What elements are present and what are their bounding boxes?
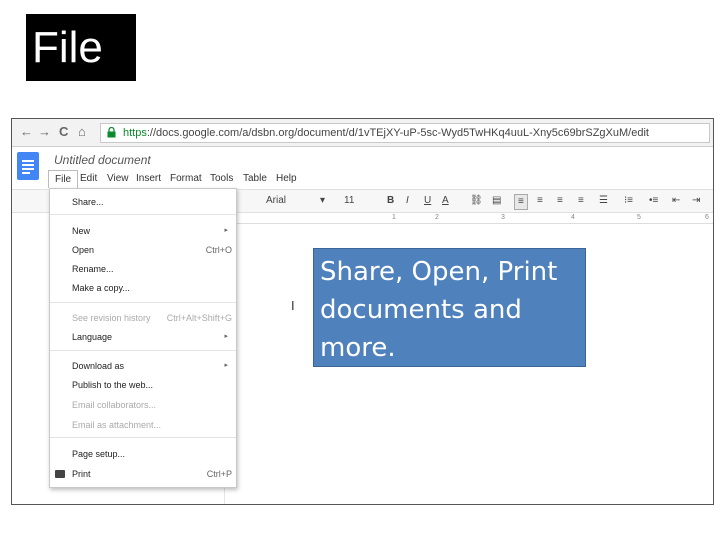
ruler-tick: 2 [435, 214, 439, 221]
address-bar[interactable]: https://docs.google.com/a/dsbn.org/docum… [100, 123, 710, 143]
file-menu-language[interactable]: Language ▸ [50, 329, 236, 345]
align-right-icon[interactable]: ≡ [557, 194, 563, 208]
line-spacing-icon[interactable]: ☰ [599, 194, 608, 208]
ruler-tick: 4 [571, 214, 575, 221]
comment-icon[interactable]: ▤ [492, 194, 501, 208]
url-scheme: https [123, 127, 147, 139]
file-menu-email-collaborators[interactable]: Email collaborators... [50, 397, 236, 413]
file-menu-email-attachment-label: Email as attachment... [72, 420, 162, 430]
lock-icon [107, 127, 116, 138]
menu-format[interactable]: Format [164, 170, 208, 188]
numbered-list-icon[interactable]: ⁝≡ [624, 194, 633, 208]
file-menu-make-copy-label: Make a copy... [72, 283, 130, 293]
menu-tools[interactable]: Tools [204, 170, 239, 188]
file-menu-revision-history-shortcut: Ctrl+Alt+Shift+G [166, 313, 232, 323]
file-menu-open[interactable]: Open Ctrl+O [50, 242, 236, 258]
menu-divider [50, 437, 236, 438]
file-menu-page-setup[interactable]: Page setup... [50, 446, 236, 462]
file-menu-print[interactable]: Print Ctrl+P [50, 466, 236, 482]
file-menu-revision-history[interactable]: See revision history Ctrl+Alt+Shift+G [50, 310, 236, 326]
browser-toolbar: ← → C ⌂ https://docs.google.com/a/dsbn.o… [12, 119, 713, 147]
submenu-arrow-icon: ▸ [224, 362, 228, 369]
menu-divider [50, 350, 236, 351]
file-menu-dropdown: Share... New ▸ Open Ctrl+O Rename... Mak… [49, 188, 237, 488]
ruler: 1 2 3 4 5 6 [237, 214, 713, 224]
printer-icon [55, 470, 65, 478]
menu-insert[interactable]: Insert [130, 170, 167, 188]
link-icon[interactable]: ⛓ [470, 194, 483, 208]
text-color-button[interactable]: A [442, 194, 449, 208]
url-rest: ://docs.google.com/a/dsbn.org/document/d… [146, 127, 649, 139]
align-center-icon[interactable]: ≡ [537, 194, 543, 208]
menu-edit[interactable]: Edit [74, 170, 103, 188]
slide-title: File [26, 14, 136, 81]
file-menu-print-label: Print [72, 469, 91, 479]
align-left-icon[interactable]: ≡ [514, 194, 528, 210]
file-menu-download-as-label: Download as [72, 361, 125, 371]
justify-icon[interactable]: ≡ [578, 194, 584, 208]
menu-table[interactable]: Table [237, 170, 273, 188]
ruler-tick: 5 [637, 214, 641, 221]
file-menu-download-as[interactable]: Download as ▸ [50, 358, 236, 374]
file-menu-share-label: Share... [72, 197, 104, 207]
home-icon[interactable]: ⌂ [78, 124, 86, 140]
file-menu-rename-label: Rename... [72, 264, 114, 274]
file-menu-revision-history-label: See revision history [72, 313, 151, 323]
reload-icon[interactable]: C [59, 124, 68, 140]
italic-button[interactable]: I [406, 194, 409, 208]
back-icon[interactable]: ← [20, 124, 33, 140]
file-menu-open-shortcut: Ctrl+O [205, 245, 232, 255]
file-menu-publish-label: Publish to the web... [72, 380, 154, 390]
docs-logo-icon[interactable] [17, 152, 39, 180]
submenu-arrow-icon: ▸ [224, 333, 228, 340]
file-menu-open-label: Open [72, 245, 95, 255]
ruler-tick: 1 [392, 214, 396, 221]
file-menu-publish[interactable]: Publish to the web... [50, 377, 236, 393]
file-menu-language-label: Language [72, 332, 113, 342]
text-cursor: I [291, 298, 295, 313]
ruler-tick: 3 [501, 214, 505, 221]
ruler-tick: 6 [705, 214, 709, 221]
menu-help[interactable]: Help [270, 170, 303, 188]
decrease-indent-icon[interactable]: ⇤ [672, 194, 680, 208]
font-dropdown-icon[interactable]: ▾ [320, 194, 325, 208]
font-select[interactable]: Arial [266, 194, 286, 208]
file-menu-email-collaborators-label: Email collaborators... [72, 400, 157, 410]
menu-divider [50, 302, 236, 303]
file-menu-make-copy[interactable]: Make a copy... [50, 280, 236, 296]
file-menu-new[interactable]: New ▸ [50, 223, 236, 239]
font-size-select[interactable]: 11 [344, 194, 354, 208]
file-menu-share[interactable]: Share... [50, 194, 236, 210]
file-menu-new-label: New [72, 226, 91, 236]
file-menu-rename[interactable]: Rename... [50, 261, 236, 277]
submenu-arrow-icon: ▸ [224, 227, 228, 234]
callout-box: Share, Open, Print documents and more. [313, 248, 586, 367]
document-title[interactable]: Untitled document [54, 153, 151, 167]
file-menu-print-shortcut: Ctrl+P [206, 469, 232, 479]
increase-indent-icon[interactable]: ⇥ [692, 194, 700, 208]
bold-button[interactable]: B [387, 194, 394, 208]
menu-divider [50, 214, 236, 215]
file-menu-email-attachment[interactable]: Email as attachment... [50, 417, 236, 433]
file-menu-page-setup-label: Page setup... [72, 449, 126, 459]
underline-button[interactable]: U [424, 194, 431, 208]
forward-icon[interactable]: → [38, 124, 51, 140]
bulleted-list-icon[interactable]: •≡ [649, 194, 658, 208]
